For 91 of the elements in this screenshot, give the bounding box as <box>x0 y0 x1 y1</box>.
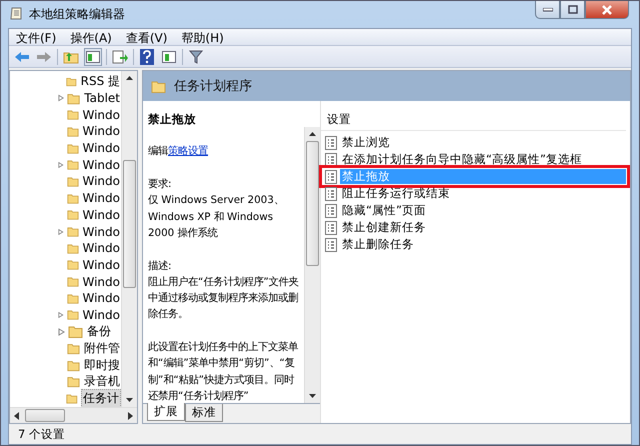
folder-icon <box>66 192 78 205</box>
tree-item[interactable]: Windo <box>82 308 121 322</box>
tree-item[interactable]: 附件管 <box>83 340 121 357</box>
folder-icon <box>66 142 78 155</box>
description-text: 此设置在计划任务中的上下文菜单和“编辑”菜单中禁用“剪切”、“复制”和“粘贴”快捷方式项目。同时还禁用“任务计划程序” <box>148 340 299 403</box>
menu-item[interactable]: 文件(F) <box>9 29 64 45</box>
tree-item[interactable]: 即时搜 <box>83 356 121 374</box>
setting-item[interactable]: 禁止删除任务 <box>340 237 416 252</box>
horizontal-scrollbar[interactable] <box>10 407 137 423</box>
tree-item[interactable]: 任务计 <box>81 388 121 407</box>
folder-icon <box>66 242 78 255</box>
expand-arrow-icon[interactable] <box>58 328 65 336</box>
policy-heading: 禁止拖放 <box>148 111 197 128</box>
policy-settings-link[interactable]: 策略设置 <box>168 145 208 158</box>
help-button[interactable] <box>138 48 156 66</box>
expand-arrow-icon[interactable] <box>58 160 64 169</box>
tree-item[interactable]: 录音机 <box>83 373 121 390</box>
setting-item[interactable]: 阻止任务运行或结束 <box>340 186 452 201</box>
tree-item[interactable]: Tablet <box>83 91 121 106</box>
status-text: 7 个设置 <box>17 426 66 442</box>
folder-icon <box>66 392 78 405</box>
scrollbar[interactable] <box>304 127 320 403</box>
description-text: 阻止用户在“任务计划程序”文件夹中通过移动或复制程序来添加或删除任务。 <box>148 274 300 322</box>
folder-icon <box>151 80 166 92</box>
view-tab[interactable]: 标准 <box>185 404 223 422</box>
folder-icon <box>66 292 78 305</box>
setting-item[interactable]: 在添加计划任务向导中隐藏“高级属性”复选框 <box>340 152 584 167</box>
folder-icon <box>66 225 78 238</box>
folder-icon <box>66 158 78 172</box>
expand-arrow-icon[interactable] <box>58 310 64 319</box>
menu-item[interactable]: 操作(A) <box>63 29 119 45</box>
scroll-right-icon[interactable] <box>128 412 133 420</box>
maximize-button[interactable] <box>560 1 585 19</box>
folder-icon <box>66 174 78 188</box>
view-tab[interactable]: 扩展 <box>147 403 185 421</box>
policy-icon <box>325 170 337 184</box>
folder-icon <box>68 325 83 338</box>
tree-item[interactable]: RSS 提 <box>80 72 121 90</box>
folder-icon <box>67 375 80 388</box>
console-tree-button[interactable] <box>84 48 102 66</box>
policy-icon <box>325 136 337 150</box>
tree-item[interactable]: Windo <box>82 274 121 289</box>
setting-item[interactable]: 禁止创建新任务 <box>340 220 428 235</box>
folder-icon <box>67 342 80 355</box>
tree-item[interactable]: Windo <box>82 174 121 188</box>
expand-arrow-icon[interactable] <box>58 228 64 236</box>
description-text: 要求: <box>148 177 172 192</box>
menu-item[interactable]: 帮助(H) <box>174 29 231 45</box>
edit-policy-text: 编辑策略设置 <box>148 144 209 160</box>
maximize-icon <box>568 5 578 14</box>
close-icon <box>601 4 613 14</box>
menu-item[interactable]: 查看(V) <box>118 29 174 45</box>
setting-item[interactable]: 禁止浏览 <box>340 135 392 150</box>
tree-item[interactable]: Windo <box>82 108 121 122</box>
policy-icon <box>325 186 337 200</box>
tree-item[interactable]: Windo <box>82 141 121 156</box>
policy-icon <box>325 152 337 166</box>
tree-item[interactable]: Windo <box>82 158 121 172</box>
tree-item[interactable]: Windo <box>82 124 121 138</box>
tree-item[interactable]: Windo <box>82 224 121 239</box>
policy-icon <box>325 238 337 252</box>
folder-icon <box>66 108 78 122</box>
policy-icon <box>325 204 337 218</box>
scroll-icon <box>9 7 23 22</box>
close-button[interactable] <box>585 1 629 19</box>
tree-item[interactable]: Windo <box>82 291 121 306</box>
folder-icon <box>67 92 80 105</box>
window-title: 本地组策略编辑器 <box>29 6 125 23</box>
minimize-button[interactable] <box>535 1 560 19</box>
folder-icon <box>66 275 78 288</box>
description-text: 仅 Windows Server 2003、Windows XP 和 Windows 2000 操作系统 <box>148 193 285 241</box>
tree-item[interactable]: Windo <box>82 208 121 222</box>
export-button[interactable] <box>111 48 129 66</box>
scroll-left-icon[interactable] <box>14 412 19 420</box>
folder-icon <box>66 258 78 272</box>
tree-item[interactable]: Windo <box>82 191 121 206</box>
description-text: 描述: <box>148 258 172 274</box>
policy-icon <box>325 220 337 234</box>
tree-item[interactable]: 备份 <box>86 323 112 340</box>
folder-icon <box>66 124 78 138</box>
folder-icon <box>66 308 78 322</box>
tree-item[interactable]: Windo <box>82 241 121 256</box>
minimize-icon <box>542 8 552 12</box>
pane-title: 任务计划程序 <box>174 78 252 95</box>
folder-icon <box>67 358 80 372</box>
column-header[interactable]: 设置 <box>321 109 626 131</box>
tree-item[interactable]: Windo <box>82 258 121 272</box>
expand-arrow-icon[interactable] <box>58 94 64 102</box>
scrollbar[interactable] <box>121 71 137 407</box>
folder-icon <box>66 208 78 222</box>
setting-item[interactable]: 隐藏“属性”页面 <box>340 203 428 218</box>
